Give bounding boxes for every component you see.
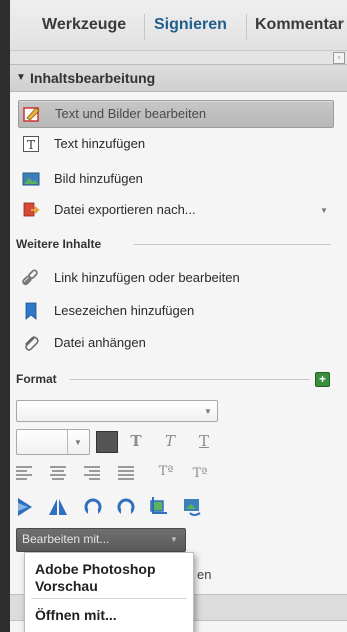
add-text-icon: T [23,136,39,152]
object-tools-toolbar [18,497,201,516]
panel-toolbar [10,51,347,65]
group-title-format: Format [16,372,57,386]
flip-vertical-icon [49,499,67,515]
section-title: Inhaltsbearbeitung [30,70,156,86]
superscript-button[interactable]: Tª [156,462,176,482]
menu-item-adobe-photoshop-vorschau[interactable]: Adobe Photoshop Vorschau [35,561,156,595]
chevron-down-icon[interactable]: ▼ [320,206,328,215]
italic-button[interactable]: T [160,431,180,451]
tool-lesezeichen-hinzufuegen[interactable]: Lesezeichen hinzufügen [18,298,332,324]
tool-label: Bild hinzufügen [54,171,143,186]
tool-text-und-bilder-bearbeiten[interactable]: Text und Bilder bearbeiten [18,100,334,128]
chevron-down-icon: ▼ [170,535,178,544]
tab-signieren[interactable]: Signieren [154,16,227,34]
tool-label: Link hinzufügen oder bearbeiten [54,270,240,285]
alignment-toolbar [16,466,134,480]
add-image-icon [22,172,40,186]
export-file-icon [23,202,40,217]
tool-link-hinzufuegen[interactable]: Link hinzufügen oder bearbeiten [18,265,332,291]
select-divider [67,430,68,454]
chevron-down-icon: ▼ [74,438,82,447]
flip-horizontal-icon [18,498,32,516]
link-icon [22,269,38,286]
group-divider [134,244,331,245]
section-header-inhaltsbearbeitung[interactable]: ▼ Inhaltsbearbeitung [10,64,347,92]
crop-image-icon [150,497,167,514]
panel-options-icon[interactable]: ▫ [333,52,345,64]
tool-label: Datei anhängen [54,335,146,350]
tool-datei-exportieren[interactable]: Datei exportieren nach... ▼ [18,197,332,223]
tool-bild-hinzufuegen[interactable]: Bild hinzufügen [18,166,332,192]
top-tab-bar: Werkzeuge Signieren Kommentar [10,0,347,51]
subscript-button[interactable]: Tª [190,464,210,484]
plus-box-icon[interactable]: + [315,372,330,387]
edit-text-images-icon [23,107,40,122]
replace-image-icon [184,499,201,516]
align-center-icon [50,466,66,480]
edit-with-menu: Adobe Photoshop Vorschau Öffnen mit... [24,552,194,632]
tool-label: Text und Bilder bearbeiten [55,106,207,121]
paperclip-icon [25,336,39,351]
menu-item-oeffnen-mit[interactable]: Öffnen mit... [35,607,117,624]
rotate-clockwise-icon [117,498,135,516]
rotate-counterclockwise-icon [84,498,102,516]
bold-button[interactable]: T [126,431,146,451]
group-divider [70,379,310,380]
text-color-swatch[interactable] [96,431,118,453]
font-family-select[interactable]: ▼ [16,400,218,422]
document-area-edge [0,0,10,632]
obscured-text: en [197,567,212,582]
group-title-weitere-inhalte: Weitere Inhalte [16,237,102,251]
acrobat-tools-pane: Werkzeuge Signieren Kommentar ▫ ▼ Inhalt… [0,0,347,632]
chevron-down-icon: ▼ [204,407,212,416]
font-size-select[interactable]: ▼ [16,429,90,455]
menu-divider [31,598,187,599]
tool-text-hinzufuegen[interactable]: T Text hinzufügen [18,131,332,157]
tool-label: Text hinzufügen [54,136,146,151]
triangle-down-icon: ▼ [16,72,26,83]
tab-separator [144,14,145,40]
edit-with-label: Bearbeiten mit... [22,532,110,546]
edit-with-dropdown[interactable]: Bearbeiten mit... ▼ [16,528,186,552]
tool-label: Lesezeichen hinzufügen [54,303,195,318]
bookmark-icon [25,302,37,320]
svg-text:T: T [27,138,35,152]
tab-separator [246,14,247,40]
underline-button[interactable]: T [194,431,214,451]
tool-label: Datei exportieren nach... [54,202,196,217]
align-left-icon [16,466,32,480]
align-justify-icon [118,466,134,480]
tool-datei-anhaengen[interactable]: Datei anhängen [18,330,332,356]
tab-kommentar[interactable]: Kommentar [255,16,344,34]
tab-werkzeuge[interactable]: Werkzeuge [42,16,126,34]
align-right-icon [84,466,100,480]
